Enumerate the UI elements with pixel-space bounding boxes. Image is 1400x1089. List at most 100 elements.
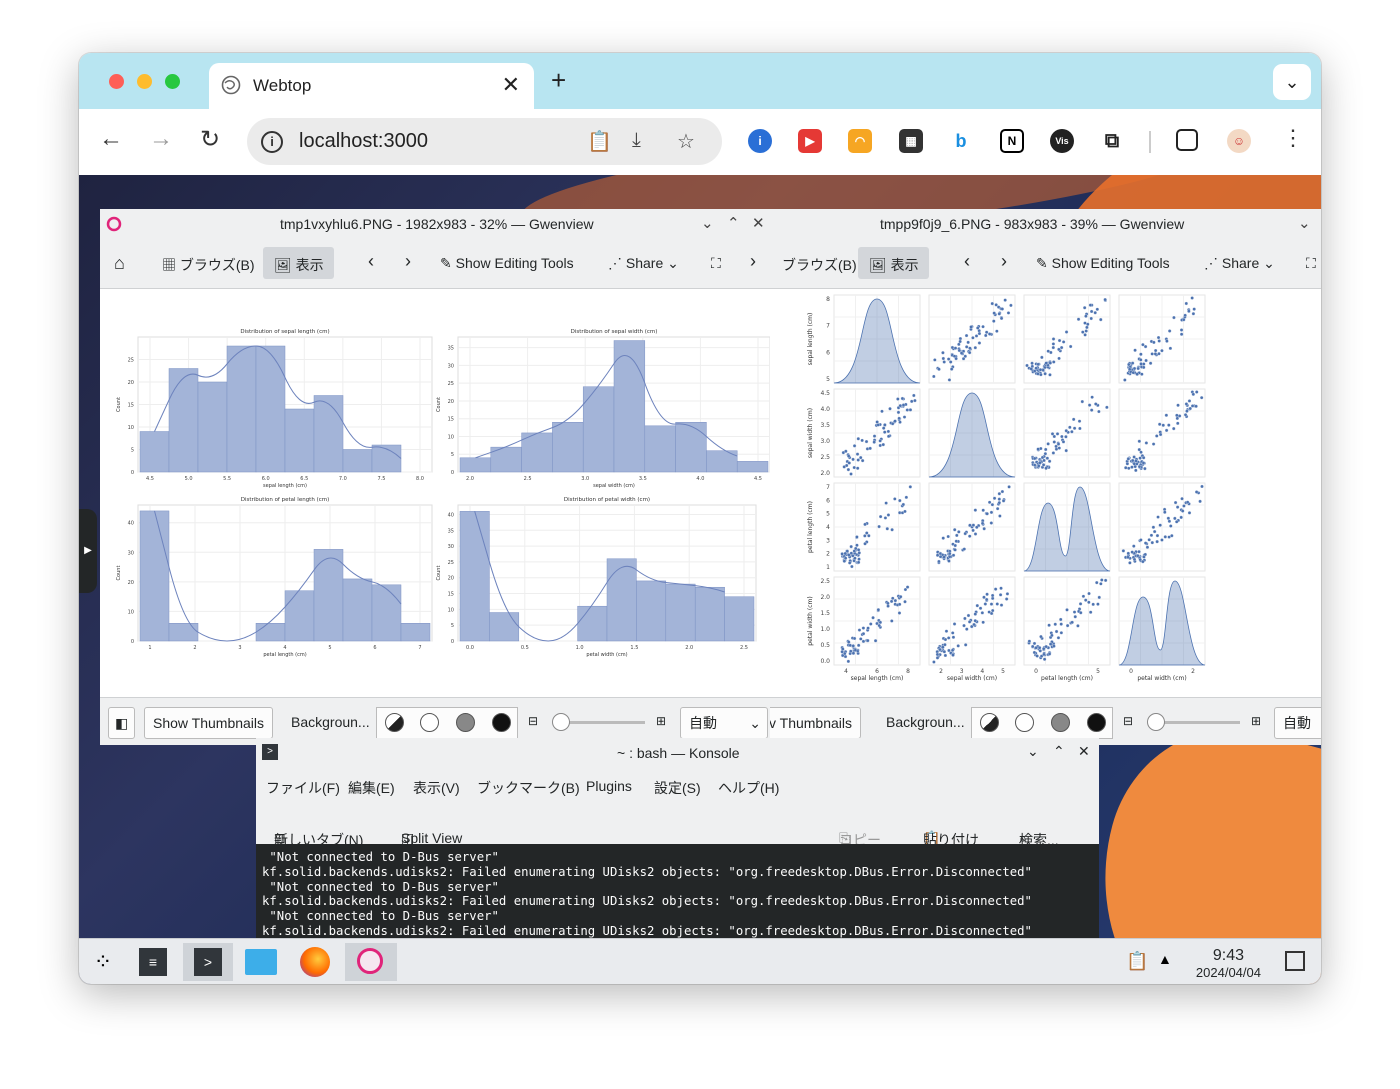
share-button[interactable]: ⋰ Share ⌄ [1204,255,1275,272]
menu-file[interactable]: ファイル(F) [266,778,340,798]
maximize-window-button[interactable] [165,74,180,89]
firefox-icon[interactable] [295,943,335,981]
browse-button[interactable]: ▦ ブラウズ(B) [162,255,255,275]
show-thumbnails-button[interactable]: Show Thumbnails [144,707,274,739]
x-tick-label: 4.5 [754,476,762,482]
extensions-puzzle-icon[interactable]: ⧉ [1100,129,1124,153]
extension-video-icon[interactable]: ▶ [798,129,822,153]
system-settings-icon[interactable]: ≡ [133,943,173,981]
scatter-point [994,303,998,307]
clipboard-icon[interactable]: 📋 [587,129,612,154]
panel-handle[interactable]: ▶ [79,509,97,593]
bg-auto-swatch[interactable] [385,713,404,732]
zoom-out-icon[interactable]: ⊟ [528,714,538,728]
clipboard-tray-icon[interactable]: 📋 [1126,951,1148,972]
bg-gray-swatch[interactable] [1051,713,1070,732]
extension-calendar-icon[interactable]: ▦ [899,129,923,153]
zoom-slider-handle[interactable] [1147,713,1165,731]
konsole-task-icon[interactable]: > [183,943,233,981]
minimize-icon[interactable]: ⌄ [1027,743,1039,760]
file-manager-icon[interactable] [241,943,281,981]
scatter-point [982,526,986,531]
bg-white-swatch[interactable] [1015,713,1034,732]
bg-black-swatch[interactable] [1087,713,1106,732]
browser-tab[interactable]: Webtop ✕ [209,63,534,109]
address-bar[interactable]: i localhost:3000 📋 ⤓ ☆ [247,118,722,165]
menu-help[interactable]: ヘルプ(H) [718,778,779,798]
home-icon[interactable]: ⌂ [114,253,125,274]
scatter-point [1149,533,1154,538]
share-button[interactable]: ⋰ Share ⌄ [608,255,679,272]
tab-search-chevron-icon[interactable]: ⌄ [1273,64,1311,100]
menu-bookmarks[interactable]: ブックマーク(B) [477,778,580,798]
more-tools-icon[interactable]: › [750,251,756,272]
maximize-icon[interactable]: ⌃ [1053,743,1065,760]
next-icon[interactable]: › [1001,251,1007,272]
forward-arrow-icon[interactable]: → [149,125,173,153]
app-launcher-icon[interactable]: ⁘ [83,943,123,981]
show-editing-tools-button[interactable]: ✎ Show Editing Tools [1036,255,1170,272]
sidebar-toggle-icon[interactable]: ◧ [108,707,136,739]
scatter-point [865,531,869,535]
side-panel-icon[interactable] [1176,129,1198,151]
menu-settings[interactable]: 設定(S) [654,778,701,798]
view-button-label[interactable]: 🖼 表示 [869,255,919,275]
bg-white-swatch[interactable] [420,713,439,732]
scatter-point [1004,597,1009,601]
menu-plugins[interactable]: Plugins [586,778,632,794]
zoom-out-icon[interactable]: ⊟ [1123,714,1133,728]
close-window-button[interactable] [109,74,124,89]
profile-avatar[interactable]: ☺ [1227,129,1251,153]
browser-menu-icon[interactable]: ⋮ [1282,125,1304,151]
previous-icon[interactable]: ‹ [368,251,374,272]
next-icon[interactable]: › [405,251,411,272]
bing-icon[interactable]: b [949,129,973,153]
show-thumbnails-button[interactable]: v Thumbnails [770,707,862,739]
tab-close-icon[interactable]: ✕ [502,72,520,98]
zoom-in-icon[interactable]: ⊞ [656,714,666,728]
notion-icon[interactable]: N [1000,129,1024,153]
previous-icon[interactable]: ‹ [964,251,970,272]
bg-auto-swatch[interactable] [980,713,999,732]
zoom-in-icon[interactable]: ⊞ [1251,714,1261,728]
show-desktop-icon[interactable] [1285,951,1305,971]
y-tick-label: 1.5 [820,610,830,617]
menu-edit[interactable]: 編集(E) [348,778,395,798]
scatter-point [946,636,951,640]
close-icon[interactable]: ✕ [752,214,765,232]
close-icon[interactable]: ✕ [1078,743,1090,760]
new-tab-button[interactable]: + [551,65,566,96]
bookmark-star-icon[interactable]: ☆ [677,129,695,154]
minimize-icon[interactable]: ⌄ [1298,214,1311,232]
scatter-point [1064,330,1069,334]
scatter-point [952,354,957,358]
show-editing-tools-button[interactable]: ✎ Show Editing Tools [440,255,574,272]
menu-view[interactable]: 表示(V) [413,778,460,798]
extension-rainbow-icon[interactable]: ◠ [848,129,872,153]
install-app-icon[interactable]: ⤓ [632,129,641,152]
gwenview-task-icon[interactable] [345,943,397,981]
browse-button[interactable]: ブラウズ(B) [782,255,857,275]
scatter-point [1132,557,1137,562]
zoom-slider-handle[interactable] [552,713,570,731]
zoom-mode-select[interactable]: 自動 ⌄ [680,707,768,739]
clock[interactable]: 9:43 2024/04/04 [1196,947,1261,980]
view-button-label[interactable]: 🖼 表示 [274,255,324,275]
minimize-icon[interactable]: ⌄ [701,214,714,232]
extension-visit-icon[interactable]: Vis [1050,129,1074,153]
extension-info-icon[interactable]: i [748,129,772,153]
url-text[interactable]: localhost:3000 [299,130,428,153]
scatter-point [932,660,936,664]
zoom-mode-select[interactable]: 自動 [1274,707,1321,739]
minimize-window-button[interactable] [137,74,152,89]
fullscreen-icon[interactable]: ⛶ [1306,255,1316,272]
y-tick-label: 4 [826,524,830,531]
bg-gray-swatch[interactable] [456,713,475,732]
back-arrow-icon[interactable]: ← [99,125,123,153]
bg-black-swatch[interactable] [492,713,511,732]
fullscreen-icon[interactable]: ⛶ [711,255,721,272]
tray-expand-icon[interactable]: ▲ [1158,951,1172,967]
reload-icon[interactable]: ↻ [200,125,220,154]
maximize-icon[interactable]: ⌃ [727,214,740,232]
site-info-icon[interactable]: i [261,131,283,153]
